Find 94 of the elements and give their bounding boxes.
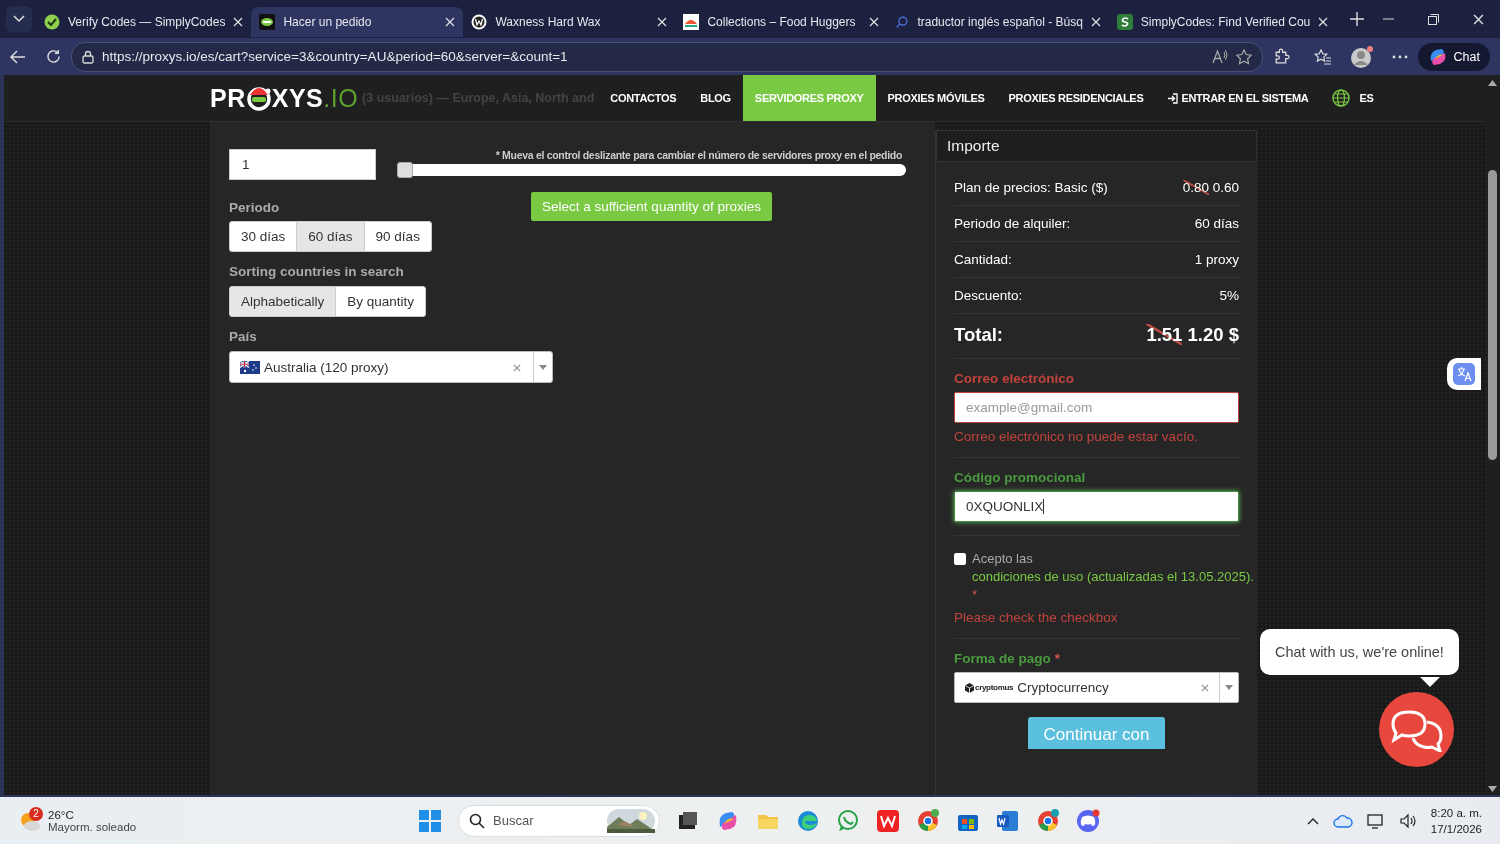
terms-text: Acepto las condiciones de uso (actualizadas el 13.05.2025). *: [972, 550, 1254, 604]
total-label: Total:: [954, 324, 1003, 346]
logo[interactable]: PR XYS.IO: [210, 75, 359, 121]
nav-link[interactable]: PROXIES MÓVILES: [875, 75, 997, 121]
error-message: Please check the checkbox: [954, 610, 1119, 625]
live-chat-button[interactable]: [1379, 692, 1454, 767]
cloud-icon[interactable]: [1332, 812, 1353, 829]
login-link[interactable]: ENTRAR EN EL SISTEMA: [1155, 75, 1321, 121]
field-label: Sorting countries in search: [229, 264, 405, 281]
chat-button[interactable]: Chat: [1417, 42, 1490, 71]
restore-icon[interactable]: [1428, 13, 1439, 25]
summary-value: 60 días: [1194, 216, 1239, 231]
summary-label: Descuento:: [954, 288, 1023, 303]
browser-tab[interactable]: Verify Codes — SimplyCodes: [36, 7, 252, 37]
volume-icon[interactable]: [1398, 812, 1417, 829]
chrome-icon[interactable]: [916, 808, 940, 833]
nav-link[interactable]: PROXIES RESIDENCIALES: [996, 75, 1156, 121]
nav-link[interactable]: CONTACTOS: [598, 75, 689, 121]
browser-tab[interactable]: Waxness Hard Wax: [463, 7, 676, 37]
search-icon: [895, 15, 910, 29]
field-label: País: [229, 329, 258, 346]
back-icon[interactable]: [10, 49, 26, 64]
summary-label: Plan de precios: Basic ($): [954, 180, 1108, 195]
site-icon: [683, 14, 700, 30]
favorites-icon[interactable]: [1313, 48, 1332, 65]
globe-icon: [1332, 89, 1351, 107]
network-icon[interactable]: [1366, 812, 1385, 829]
translate-icon[interactable]: [1447, 358, 1481, 390]
input-field[interactable]: 0XQUONLIX: [954, 491, 1239, 522]
summary-value: 1 proxy: [1194, 252, 1239, 267]
required-mark: *: [1054, 651, 1061, 666]
lock-icon[interactable]: [82, 49, 94, 64]
site-icon: [471, 14, 488, 30]
search-icon: [469, 812, 485, 829]
terms-checkbox[interactable]: [954, 553, 966, 565]
slider-thumb[interactable]: [397, 162, 413, 178]
field-label: Correo electrónico: [954, 371, 1076, 386]
browser-tab[interactable]: Collections – Food Huggers: [675, 7, 888, 37]
discord-icon[interactable]: [1076, 808, 1100, 833]
chat-bubble: Chat with us, we're online!: [1260, 629, 1459, 675]
weather-condition: Mayorm. soleado: [48, 820, 137, 833]
language-selector[interactable]: ES: [1320, 75, 1386, 121]
period-option[interactable]: 30 días: [229, 221, 298, 252]
chevron-icon[interactable]: [1306, 816, 1319, 825]
chrome-icon[interactable]: [1036, 808, 1060, 833]
search-field[interactable]: Buscar: [458, 804, 660, 837]
tab-list-button[interactable]: [6, 6, 32, 32]
temperature: 26°C: [48, 808, 75, 821]
whatsapp-icon[interactable]: [836, 808, 860, 833]
scroll-down-icon[interactable]: [1488, 786, 1497, 792]
quantity-field[interactable]: 1: [229, 149, 376, 180]
clock-date: 17/1/2026: [1430, 821, 1482, 837]
quantity-slider[interactable]: [397, 164, 906, 176]
summary-value: 5%: [1219, 288, 1239, 303]
browser-icon[interactable]: [796, 808, 820, 833]
field-label: Código promocional: [954, 470, 1087, 485]
read-aloud-icon[interactable]: [1211, 49, 1228, 64]
period-option[interactable]: 90 días: [363, 221, 432, 252]
weather-widget[interactable]: 2 26°C Mayorm. soleado: [0, 808, 418, 833]
sort-option[interactable]: By quantity: [335, 286, 427, 317]
site-icon: [259, 14, 276, 30]
summary-label: Periodo de alquiler:: [954, 216, 1071, 231]
scroll-up-icon[interactable]: [1488, 80, 1497, 86]
terms-link[interactable]: condiciones de uso (actualizadas el 13.05.2025).: [972, 569, 1254, 584]
flag-icon: [240, 360, 260, 374]
new-tab-icon[interactable]: [1350, 12, 1365, 26]
error-message: Correo electrónico no puede estar vacío.: [954, 429, 1199, 444]
sort-option[interactable]: Alphabetically: [229, 286, 337, 317]
star-icon[interactable]: [1235, 48, 1252, 65]
nav-link[interactable]: BLOG: [688, 75, 743, 121]
provider-logo: cryptomus: [965, 682, 1014, 693]
browser-tab[interactable]: Hacer un pedido: [251, 7, 464, 37]
scrollbar-thumb[interactable]: [1488, 170, 1497, 460]
payment-select[interactable]: cryptomus Cryptocurrency: [954, 672, 1239, 703]
more-icon[interactable]: [1391, 54, 1408, 59]
panel-title: Importe: [936, 130, 1257, 162]
site-icon: [1116, 14, 1133, 30]
clock-time: 8:20 a. m.: [1430, 805, 1482, 821]
reload-icon[interactable]: [46, 49, 61, 64]
site-icon: [44, 14, 60, 30]
notification-badge: 2: [29, 806, 43, 821]
field-label: Forma de pago: [954, 651, 1051, 666]
word-icon[interactable]: [996, 808, 1020, 833]
period-option[interactable]: 60 días: [296, 221, 365, 252]
browser-tab[interactable]: SimplyCodes: Find Verified Cou: [1108, 7, 1337, 37]
windows-icon[interactable]: [418, 808, 442, 833]
browser-tab[interactable]: traductor inglés español - Búsq: [887, 7, 1109, 37]
address-bar[interactable]: https://proxys.io/es/cart?service=3&country=AU&period=60&server=&count=1: [71, 41, 1263, 72]
office-icon[interactable]: [876, 808, 900, 833]
login-icon: [1167, 92, 1179, 104]
country-select[interactable]: Australia (120 proxy): [229, 351, 553, 383]
summary-label: Cantidad:: [954, 252, 1012, 267]
profile-icon[interactable]: [1349, 44, 1374, 69]
slider-hint: * Mueva el control deslizante para cambiar el número de servidores proxy en el pedido: [494, 149, 903, 161]
